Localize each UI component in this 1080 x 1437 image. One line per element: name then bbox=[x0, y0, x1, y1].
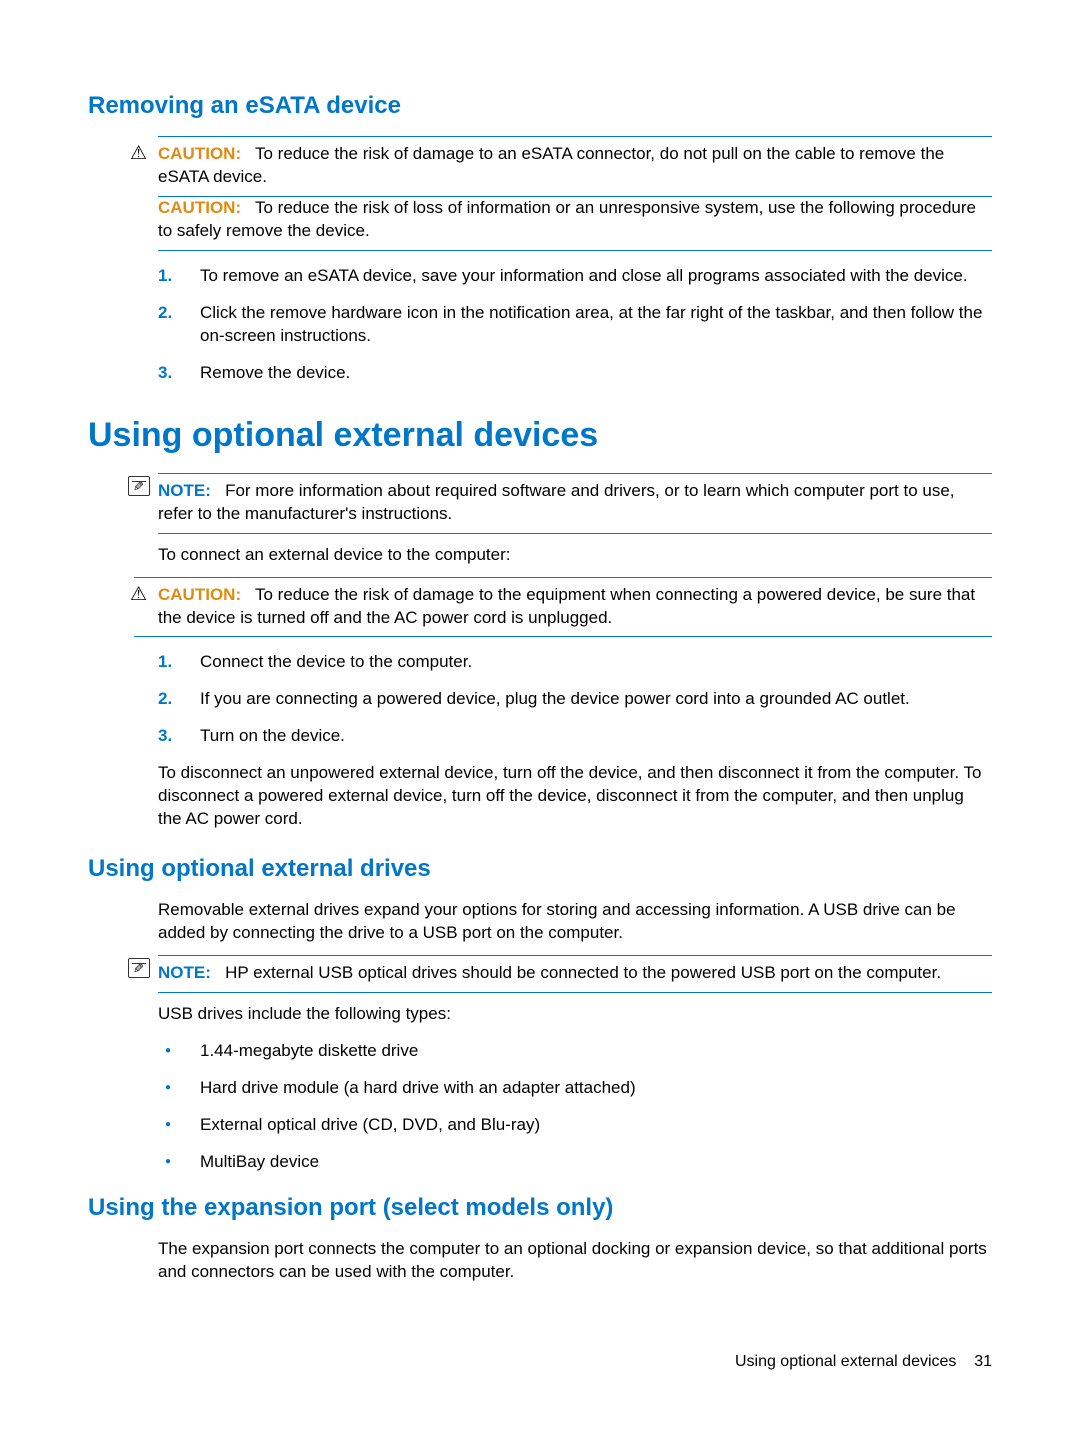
bullet-text: MultiBay device bbox=[200, 1152, 319, 1171]
step-number: 1. bbox=[158, 651, 172, 674]
step-text: Turn on the device. bbox=[200, 726, 345, 745]
caution-label: CAUTION: bbox=[158, 198, 241, 217]
ordered-list: 1. Connect the device to the computer. 2.… bbox=[158, 651, 992, 748]
ordered-list: 1. To remove an eSATA device, save your i… bbox=[158, 265, 992, 385]
list-item: 2. If you are connecting a powered device… bbox=[158, 688, 992, 711]
list-item: External optical drive (CD, DVD, and Blu… bbox=[158, 1114, 992, 1137]
caution-icon bbox=[130, 141, 147, 167]
step-number: 2. bbox=[158, 688, 172, 711]
caution-box: CAUTION: To reduce the risk of loss of i… bbox=[158, 197, 992, 251]
note-label: NOTE: bbox=[158, 963, 211, 982]
caution-text: To reduce the risk of damage to the equi… bbox=[158, 585, 975, 627]
bullet-text: Hard drive module (a hard drive with an … bbox=[200, 1078, 636, 1097]
caution-box: CAUTION: To reduce the risk of damage to… bbox=[134, 577, 992, 638]
body-text: USB drives include the following types: bbox=[158, 1003, 992, 1026]
heading-using-external-drives: Using optional external drives bbox=[88, 853, 992, 885]
step-text: Connect the device to the computer. bbox=[200, 652, 472, 671]
note-box: NOTE: HP external USB optical drives sho… bbox=[158, 955, 992, 993]
list-item: 3. Remove the device. bbox=[158, 362, 992, 385]
caution-label: CAUTION: bbox=[158, 144, 241, 163]
list-item: MultiBay device bbox=[158, 1151, 992, 1174]
note-text: HP external USB optical drives should be… bbox=[225, 963, 941, 982]
bullet-text: External optical drive (CD, DVD, and Blu… bbox=[200, 1115, 540, 1134]
heading-removing-esata: Removing an eSATA device bbox=[88, 90, 992, 122]
step-number: 1. bbox=[158, 265, 172, 288]
list-item: 1.44-megabyte diskette drive bbox=[158, 1040, 992, 1063]
bullet-list: 1.44-megabyte diskette drive Hard drive … bbox=[158, 1040, 992, 1174]
heading-using-external-devices: Using optional external devices bbox=[88, 413, 992, 459]
list-item: 1. Connect the device to the computer. bbox=[158, 651, 992, 674]
heading-expansion-port: Using the expansion port (select models … bbox=[88, 1192, 992, 1224]
list-item: Hard drive module (a hard drive with an … bbox=[158, 1077, 992, 1100]
step-text: To remove an eSATA device, save your inf… bbox=[200, 266, 968, 285]
caution-icon bbox=[130, 582, 147, 608]
caution-label: CAUTION: bbox=[158, 585, 241, 604]
page-footer: Using optional external devices 31 bbox=[735, 1351, 992, 1373]
step-text: If you are connecting a powered device, … bbox=[200, 689, 910, 708]
step-number: 3. bbox=[158, 362, 172, 385]
caution-box: CAUTION: To reduce the risk of damage to… bbox=[158, 136, 992, 197]
list-item: 1. To remove an eSATA device, save your i… bbox=[158, 265, 992, 288]
step-number: 3. bbox=[158, 725, 172, 748]
caution-text: To reduce the risk of loss of informatio… bbox=[158, 198, 976, 240]
note-box: NOTE: For more information about require… bbox=[158, 473, 992, 534]
body-text: To disconnect an unpowered external devi… bbox=[158, 762, 992, 831]
body-text: Removable external drives expand your op… bbox=[158, 899, 992, 945]
footer-text: Using optional external devices bbox=[735, 1353, 956, 1370]
note-icon bbox=[128, 958, 150, 978]
body-text: To connect an external device to the com… bbox=[158, 544, 992, 567]
step-text: Remove the device. bbox=[200, 363, 350, 382]
body-text: The expansion port connects the computer… bbox=[158, 1238, 992, 1284]
note-icon bbox=[128, 476, 150, 496]
note-label: NOTE: bbox=[158, 481, 211, 500]
note-text: For more information about required soft… bbox=[158, 481, 955, 523]
page-number: 31 bbox=[974, 1353, 992, 1370]
step-text: Click the remove hardware icon in the no… bbox=[200, 303, 982, 345]
step-number: 2. bbox=[158, 302, 172, 325]
bullet-text: 1.44-megabyte diskette drive bbox=[200, 1041, 418, 1060]
list-item: 3. Turn on the device. bbox=[158, 725, 992, 748]
list-item: 2. Click the remove hardware icon in the … bbox=[158, 302, 992, 348]
caution-text: To reduce the risk of damage to an eSATA… bbox=[158, 144, 944, 186]
